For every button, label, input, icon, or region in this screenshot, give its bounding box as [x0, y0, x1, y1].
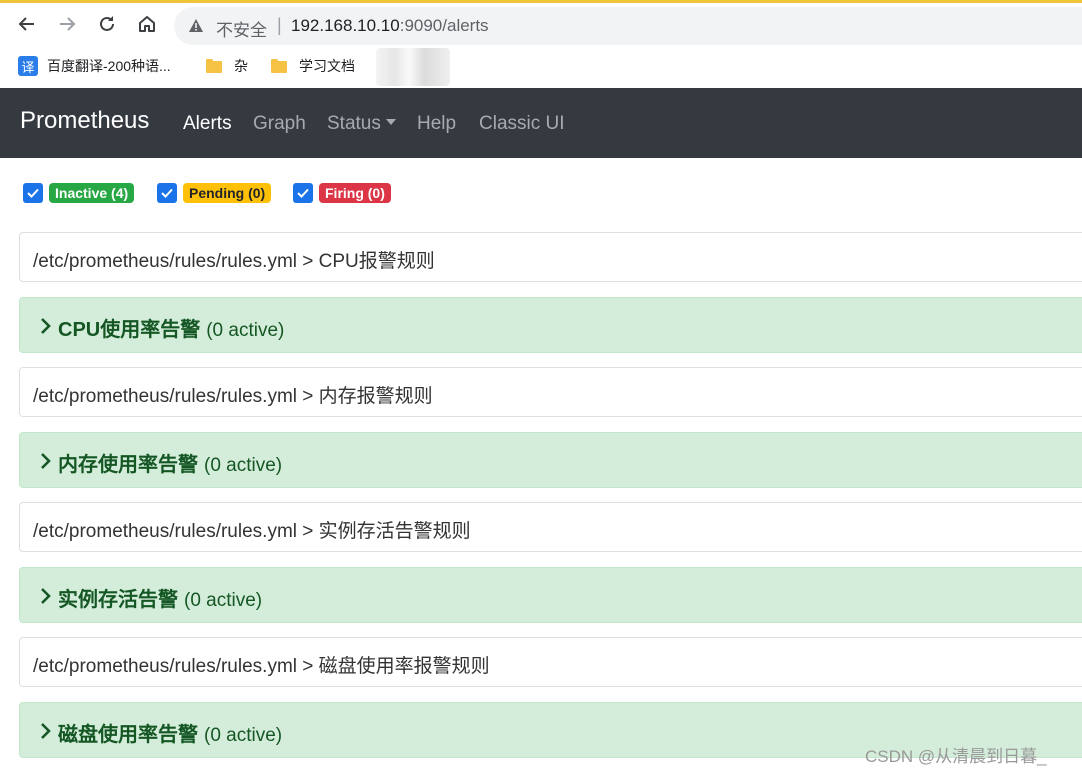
group-title: CPU使用率告警: [58, 319, 201, 341]
nav-alerts[interactable]: Alerts: [183, 113, 232, 135]
blurred-bookmark: [376, 48, 450, 86]
filter-firing[interactable]: Firing (0): [293, 182, 391, 204]
nav-help[interactable]: Help: [417, 113, 456, 135]
active-count: (0 active): [184, 590, 263, 611]
inactive-badge: Inactive (4): [49, 183, 135, 203]
firing-checkbox[interactable]: [293, 183, 313, 203]
rule-file-path: /etc/prometheus/rules/rules.yml > 内存报警规则: [33, 386, 433, 407]
folder-icon: [206, 59, 222, 73]
check-icon: [161, 188, 173, 198]
group-title: 实例存活告警: [58, 589, 178, 611]
folder-icon: [271, 59, 287, 73]
rule-file-header: /etc/prometheus/rules/rules.yml > 内存报警规则: [19, 367, 1082, 417]
filter-inactive[interactable]: Inactive (4): [23, 182, 135, 204]
alert-group-name: 磁盘使用率告警 (0 active): [58, 718, 282, 747]
alert-group-name: CPU使用率告警 (0 active): [58, 313, 284, 342]
filter-pending[interactable]: Pending (0): [157, 182, 272, 204]
inactive-checkbox[interactable]: [23, 183, 43, 203]
check-icon: [297, 188, 309, 198]
bookmark-label: 百度翻译-200种语...: [47, 58, 171, 74]
bookmark-label: 杂: [234, 58, 248, 74]
alert-group-row[interactable]: CPU使用率告警 (0 active): [19, 297, 1082, 353]
url-path: :9090/alerts: [399, 16, 489, 35]
warning-icon: [188, 18, 204, 38]
check-icon: [27, 188, 39, 198]
home-button[interactable]: [135, 12, 159, 36]
nav-status-label: Status: [327, 113, 381, 134]
address-separator: |: [277, 15, 282, 35]
rule-file-path: /etc/prometheus/rules/rules.yml > 实例存活告警…: [33, 521, 471, 542]
chevron-right-icon: [41, 318, 51, 334]
rule-file-path: /etc/prometheus/rules/rules.yml > 磁盘使用率报…: [33, 656, 490, 677]
rule-file-header: /etc/prometheus/rules/rules.yml > 磁盘使用率报…: [19, 637, 1082, 687]
alert-group-row[interactable]: 内存使用率告警 (0 active): [19, 432, 1082, 488]
browser-chrome: 不安全 | 192.168.10.10:9090/alerts 译 百度翻译-2…: [0, 3, 1082, 87]
bookmark-translate[interactable]: 译 百度翻译-200种语...: [18, 54, 171, 78]
firing-badge: Firing (0): [319, 183, 391, 203]
insecure-label: 不安全: [216, 21, 267, 40]
caret-down-icon: [385, 119, 396, 125]
nav-graph[interactable]: Graph: [253, 113, 306, 135]
rule-file-path: /etc/prometheus/rules/rules.yml > CPU报警规…: [33, 251, 435, 272]
forward-button[interactable]: [55, 12, 79, 36]
arrow-left-icon: [18, 17, 34, 31]
pending-badge: Pending (0): [183, 183, 272, 203]
alert-group-name: 实例存活告警 (0 active): [58, 583, 262, 612]
group-title: 内存使用率告警: [58, 454, 198, 476]
nav-status-dropdown[interactable]: Status: [327, 113, 396, 135]
chevron-right-icon: [41, 453, 51, 469]
csdn-watermark: CSDN @从清晨到日暮_: [865, 747, 1047, 766]
rule-file-header: /etc/prometheus/rules/rules.yml > CPU报警规…: [19, 232, 1082, 282]
group-title: 磁盘使用率告警: [58, 724, 198, 746]
chevron-right-icon: [41, 588, 51, 604]
active-count: (0 active): [206, 320, 285, 341]
nav-classic-ui[interactable]: Classic UI: [479, 113, 565, 135]
pending-checkbox[interactable]: [157, 183, 177, 203]
reload-button[interactable]: [95, 12, 119, 36]
home-icon: [139, 16, 155, 32]
back-button[interactable]: [15, 12, 39, 36]
url-text: 192.168.10.10:9090/alerts: [291, 16, 489, 36]
alert-group-row[interactable]: 实例存活告警 (0 active): [19, 567, 1082, 623]
active-count: (0 active): [204, 725, 283, 746]
bookmark-label: 学习文档: [299, 58, 355, 74]
arrow-right-icon: [60, 17, 76, 31]
brand-logo[interactable]: Prometheus: [20, 107, 149, 135]
chevron-right-icon: [41, 723, 51, 739]
rule-file-header: /etc/prometheus/rules/rules.yml > 实例存活告警…: [19, 502, 1082, 552]
address-bar[interactable]: 不安全 | 192.168.10.10:9090/alerts: [174, 7, 1082, 45]
bookmark-folder-misc[interactable]: 杂: [206, 54, 248, 78]
bookmark-folder-docs[interactable]: 学习文档: [271, 54, 355, 78]
reload-icon: [100, 16, 114, 31]
alert-group-name: 内存使用率告警 (0 active): [58, 448, 282, 477]
prometheus-navbar: Prometheus Alerts Graph Status Help Clas…: [0, 88, 1082, 158]
translate-icon: 译: [18, 56, 38, 76]
active-count: (0 active): [204, 455, 283, 476]
url-host: 192.168.10.10: [291, 16, 400, 35]
